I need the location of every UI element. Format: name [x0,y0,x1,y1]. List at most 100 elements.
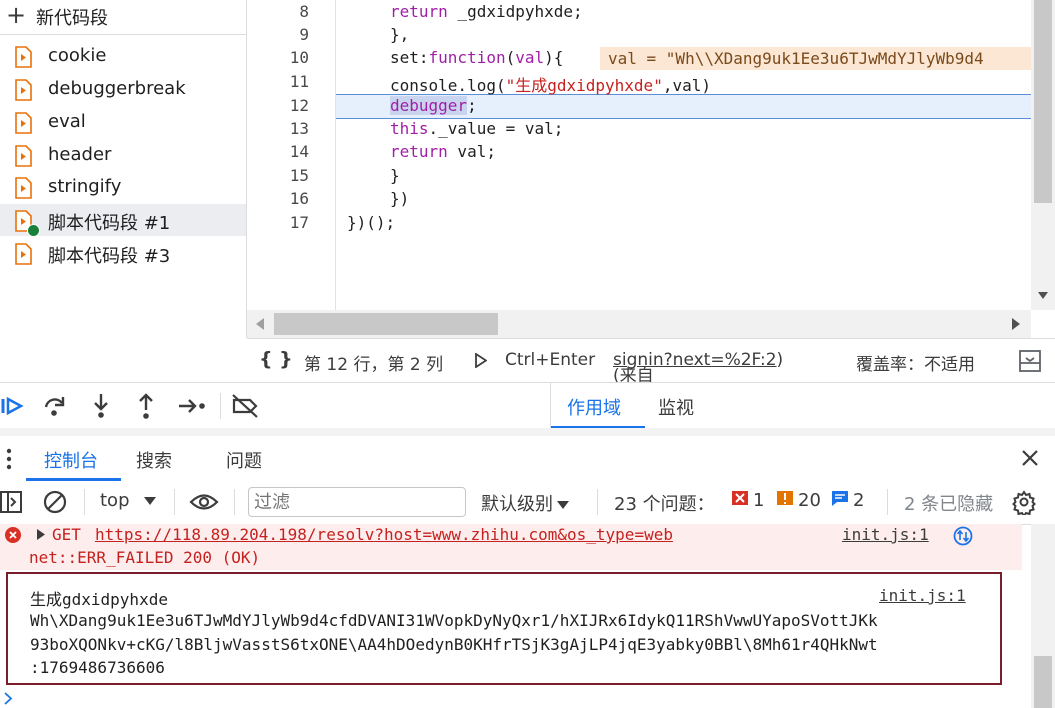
show-sidebar-icon[interactable] [0,491,22,513]
issues-errors-badge[interactable]: 1 [731,490,764,511]
log-value-line: Wh\XDang9uk1Ee3u6TJwMdYJlyWb9d4cfdDVANI3… [30,611,878,630]
error-icon [5,527,21,543]
console-error-message[interactable]: GET https://118.89.204.198/resolv?host=w… [0,524,1022,570]
network-request-icon[interactable] [953,526,973,546]
line-number[interactable]: 13 [247,119,309,138]
snippet-item-cookie[interactable]: cookie [0,40,246,72]
snippet-item-header[interactable]: header [0,139,246,171]
scroll-left-arrow-icon[interactable] [256,318,264,330]
snippet-file-icon [15,46,32,68]
more-tabs-icon[interactable] [5,448,13,470]
debugger-statement: debugger [390,96,468,115]
warnings-count: 20 [798,490,821,511]
param: val [515,48,545,67]
run-shortcut-label: Ctrl+Enter [505,350,596,370]
editor-horizontal-scrollbar[interactable] [247,310,1031,338]
new-snippet-button[interactable]: + 新代码段 [0,0,246,35]
error-detail: net::ERR_FAILED 200 (OK) [29,548,261,567]
step-over-icon[interactable] [40,391,70,421]
expand-arrow-icon[interactable] [37,529,46,540]
line-number[interactable]: 15 [247,166,309,185]
tab-watch[interactable]: 监视 [658,394,694,420]
line-number[interactable]: 12 [247,96,309,115]
running-indicator-icon [27,224,40,237]
right-pane-tabs: 作用域 监视 [551,382,1055,429]
filter-input[interactable] [248,487,466,517]
code-text: ){ [544,48,564,67]
issues-info-badge[interactable]: 2 [831,490,864,511]
step-into-icon[interactable] [86,391,116,421]
snippet-file-icon [15,177,32,199]
code-line-17: })(); [347,213,396,232]
code-text: set: [390,48,429,67]
line-number[interactable]: 8 [247,2,309,21]
tab-issues[interactable]: 问题 [226,447,262,473]
code-line-10: set:function(val){ [390,48,563,67]
drawer-tab-bar: 控制台 搜索 问题 [0,436,1055,482]
snippet-label: stringify [48,176,122,197]
log-level-selector[interactable]: 默认级别 [481,490,569,516]
run-snippet-icon[interactable] [475,353,487,368]
pretty-print-icon[interactable]: { } [259,348,293,370]
scrollbar-thumb[interactable] [274,313,498,335]
code-line-11: console.log("生成gdxidpyhxde",val) [390,72,711,96]
clear-console-icon[interactable] [43,490,67,514]
string-literal: "生成gdxidpyhxde" [505,76,663,95]
drawer-resizer[interactable] [0,428,1055,436]
snippet-file-icon [15,145,32,167]
snippet-item-script-1[interactable]: 脚本代码段 #1 [0,204,246,237]
snippet-label: debuggerbreak [48,78,186,99]
code-line-13: this._value = val; [390,119,563,138]
console-prompt-input[interactable] [20,688,1020,708]
scroll-down-arrow-icon[interactable] [1038,292,1048,300]
log-prefix: 生成gdxidpyhxde [30,590,168,609]
coverage-label: 覆盖率：不适用 [856,355,975,375]
snippet-item-eval[interactable]: eval [0,106,246,138]
step-out-icon[interactable] [131,391,161,421]
line-number[interactable]: 9 [247,25,309,44]
tab-search[interactable]: 搜索 [136,447,172,473]
tab-scope[interactable]: 作用域 [567,394,621,420]
step-icon[interactable] [176,391,206,421]
console-settings-gear-icon[interactable] [1011,489,1037,515]
close-drawer-icon[interactable] [1021,449,1039,467]
snippet-file-icon [15,243,32,265]
snippet-file-icon [15,112,32,134]
toggle-panel-icon[interactable] [1019,350,1041,372]
snippet-item-stringify[interactable]: stringify [0,171,246,203]
live-expression-eye-icon[interactable] [189,492,219,512]
deactivate-breakpoints-icon[interactable] [230,391,260,421]
editor-vertical-scrollbar[interactable] [1031,0,1055,310]
line-number[interactable]: 17 [247,213,309,232]
line-number[interactable]: 10 [247,48,309,67]
line-number[interactable]: 14 [247,142,309,161]
snippet-item-debuggerbreak[interactable]: debuggerbreak [0,73,246,105]
request-url-link[interactable]: https://118.89.204.198/resolv?host=www.z… [95,525,673,544]
scrollbar-thumb[interactable] [1034,0,1052,203]
toolbar-divider [220,393,221,419]
debugger-toolbar [0,382,551,429]
console-vertical-scrollbar[interactable] [1031,524,1055,708]
snippet-item-script-3[interactable]: 脚本代码段 #3 [0,237,246,269]
message-source-link[interactable]: init.js:1 [879,586,966,605]
message-source-link[interactable]: init.js:1 [842,525,929,544]
context-selector[interactable]: top [100,490,156,511]
issues-warnings-badge[interactable]: 20 [776,490,821,511]
tab-console[interactable]: 控制台 [44,447,98,473]
console-log-message[interactable]: 生成gdxidpyhxde init.js:1 Wh\XDang9uk1Ee3u… [6,572,1002,685]
keyword: function [428,48,506,67]
inline-value-preview[interactable]: val = "Wh\\XDang9uk1Ee3u6TJwMdYJlyWb9d4 [600,47,1031,70]
line-number[interactable]: 11 [247,72,309,91]
code-line-8: return _gdxidpyhxde; [390,2,583,21]
resume-icon[interactable] [0,391,30,421]
scrollbar-thumb[interactable] [1034,656,1052,708]
line-number[interactable]: 16 [247,189,309,208]
log-value-line: :1769486736606 [30,658,165,677]
keyword: this [390,119,429,138]
log-value-line: 93boXQONkv+cKG/l8BljwVasstS6txONE\AA4hDO… [30,634,878,654]
cursor-position: 第 12 行，第 2 列 [304,355,444,375]
scroll-right-arrow-icon[interactable] [1012,318,1020,330]
new-snippet-label: 新代码段 [36,8,108,29]
code-editor[interactable]: 8 9 10 11 12 13 14 15 16 17 return _gdxi… [247,0,1031,310]
line-number-gutter[interactable]: 8 9 10 11 12 13 14 15 16 17 [247,0,336,310]
